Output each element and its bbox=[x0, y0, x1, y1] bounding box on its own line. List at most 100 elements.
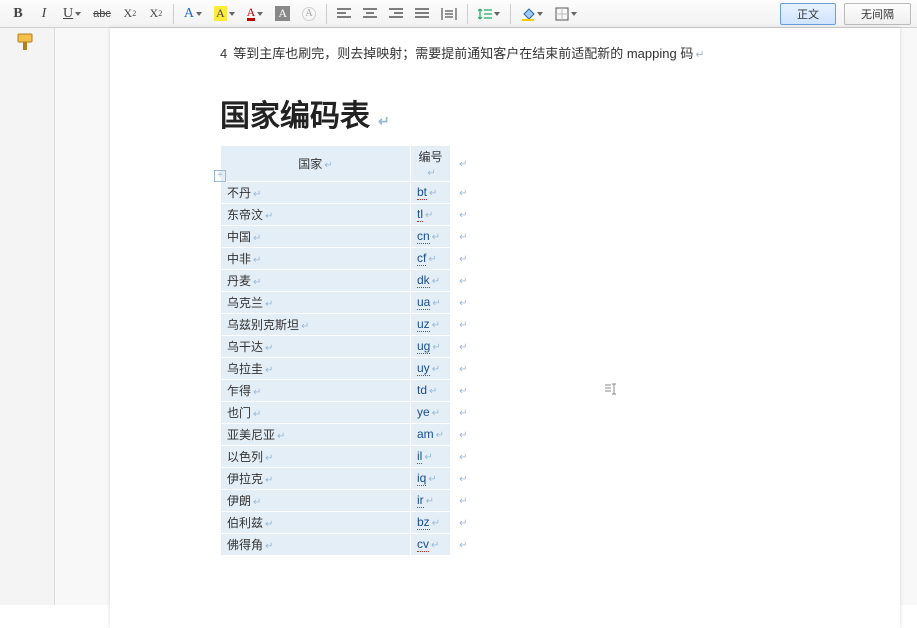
table-row[interactable]: 乌干达↵ug↵↵ bbox=[221, 335, 474, 357]
paragraph-line[interactable]: 4等到主库也刷完，则去掉映射；需要提前通知客户在结束前适配新的 mapping … bbox=[220, 44, 790, 65]
font-color-dropdown[interactable]: A bbox=[242, 3, 269, 25]
border-icon bbox=[555, 7, 569, 21]
table-row[interactable]: 不丹↵bt↵↵ bbox=[221, 181, 474, 203]
cell-country[interactable]: 佛得角↵ bbox=[221, 533, 411, 555]
highlight-dropdown[interactable]: A bbox=[209, 3, 240, 25]
cell-country[interactable]: 中国↵ bbox=[221, 225, 411, 247]
table-row[interactable]: 东帝汶↵tl↵↵ bbox=[221, 203, 474, 225]
superscript-n: 2 bbox=[158, 9, 162, 18]
separator bbox=[326, 4, 327, 24]
cell-code[interactable]: bz↵ bbox=[411, 511, 451, 533]
italic-button[interactable]: I bbox=[32, 3, 56, 25]
table-anchor-icon[interactable]: + bbox=[214, 170, 226, 182]
clear-formatting-button[interactable]: A bbox=[297, 3, 321, 25]
cell-code[interactable]: iq↵ bbox=[411, 467, 451, 489]
underline-button[interactable]: U bbox=[58, 3, 86, 25]
cell-code[interactable]: uy↵ bbox=[411, 357, 451, 379]
heading-text: 国家编码表 bbox=[220, 91, 370, 135]
cell-code[interactable]: am↵ bbox=[411, 423, 451, 445]
table-row[interactable]: 中非↵cf↵↵ bbox=[221, 247, 474, 269]
cell-country[interactable]: 不丹↵ bbox=[221, 181, 411, 203]
fill-color-dropdown[interactable] bbox=[516, 3, 548, 25]
cell-code[interactable]: td↵ bbox=[411, 379, 451, 401]
cell-code[interactable]: bt↵ bbox=[411, 181, 451, 203]
border-dropdown[interactable] bbox=[550, 3, 582, 25]
cell-extra: ↵ bbox=[451, 511, 474, 533]
cell-extra: ↵ bbox=[451, 269, 474, 291]
cell-country[interactable]: 中非↵ bbox=[221, 247, 411, 269]
formatting-toolbar: B I U abc X2 X2 A A A A A bbox=[0, 0, 917, 28]
style-nospace-button[interactable]: 无间隔 bbox=[844, 3, 911, 25]
cell-extra: ↵ bbox=[451, 313, 474, 335]
cell-country[interactable]: 乌兹别克斯坦↵ bbox=[221, 313, 411, 335]
cell-code[interactable]: ua↵ bbox=[411, 291, 451, 313]
country-code-table[interactable]: 国家↵ 编号↵ ↵ 不丹↵bt↵↵东帝汶↵tl↵↵中国↵cn↵↵中非↵cf↵↵丹… bbox=[220, 145, 474, 556]
cell-code[interactable]: cv↵ bbox=[411, 533, 451, 555]
subscript-base: X bbox=[124, 6, 133, 21]
align-right-button[interactable] bbox=[384, 3, 408, 25]
cell-country[interactable]: 东帝汶↵ bbox=[221, 203, 411, 225]
distribute-button[interactable] bbox=[436, 3, 462, 25]
cell-code[interactable]: cn↵ bbox=[411, 225, 451, 247]
cell-country[interactable]: 伊朗↵ bbox=[221, 489, 411, 511]
align-center-button[interactable] bbox=[358, 3, 382, 25]
cell-country[interactable]: 伯利兹↵ bbox=[221, 511, 411, 533]
cell-country[interactable]: 丹麦↵ bbox=[221, 269, 411, 291]
cell-code[interactable]: il↵ bbox=[411, 445, 451, 467]
bold-button[interactable]: B bbox=[6, 3, 30, 25]
cell-country[interactable]: 伊拉克↵ bbox=[221, 467, 411, 489]
cell-extra: ↵ bbox=[451, 291, 474, 313]
chevron-down-icon bbox=[571, 12, 577, 16]
left-gutter bbox=[0, 28, 55, 605]
align-justify-button[interactable] bbox=[410, 3, 434, 25]
cell-code[interactable]: cf↵ bbox=[411, 247, 451, 269]
table-row[interactable]: 乌兹别克斯坦↵uz↵↵ bbox=[221, 313, 474, 335]
strikethrough-button[interactable]: abc bbox=[88, 3, 116, 25]
table-row[interactable]: 伊朗↵ir↵↵ bbox=[221, 489, 474, 511]
font-dropdown[interactable]: A bbox=[179, 3, 207, 25]
header-country: 国家↵ bbox=[221, 145, 411, 181]
cell-country[interactable]: 以色列↵ bbox=[221, 445, 411, 467]
format-painter-icon[interactable] bbox=[14, 32, 38, 52]
paragraph-mark-icon: ↵ bbox=[378, 113, 390, 130]
cell-code[interactable]: tl↵ bbox=[411, 203, 451, 225]
style-body-button[interactable]: 正文 bbox=[780, 3, 836, 25]
table-row[interactable]: 以色列↵il↵↵ bbox=[221, 445, 474, 467]
table-row[interactable]: 伊拉克↵iq↵↵ bbox=[221, 467, 474, 489]
cell-country[interactable]: 也门↵ bbox=[221, 401, 411, 423]
cell-extra: ↵ bbox=[451, 533, 474, 555]
table-header-row: 国家↵ 编号↵ ↵ bbox=[221, 145, 474, 181]
cell-country[interactable]: 亚美尼亚↵ bbox=[221, 423, 411, 445]
cell-code[interactable]: uz↵ bbox=[411, 313, 451, 335]
table-row[interactable]: 乍得↵td↵↵ bbox=[221, 379, 474, 401]
line-spacing-dropdown[interactable] bbox=[473, 3, 505, 25]
heading-1[interactable]: 国家编码表 ↵ bbox=[220, 91, 790, 135]
cell-country[interactable]: 乌干达↵ bbox=[221, 335, 411, 357]
subscript-button[interactable]: X2 bbox=[118, 3, 142, 25]
table-row[interactable]: 中国↵cn↵↵ bbox=[221, 225, 474, 247]
chevron-down-icon bbox=[196, 12, 202, 16]
align-left-button[interactable] bbox=[332, 3, 356, 25]
cell-country[interactable]: 乌拉圭↵ bbox=[221, 357, 411, 379]
cell-code[interactable]: ug↵ bbox=[411, 335, 451, 357]
cell-country[interactable]: 乍得↵ bbox=[221, 379, 411, 401]
cell-code[interactable]: dk↵ bbox=[411, 269, 451, 291]
separator bbox=[173, 4, 174, 24]
table-row[interactable]: 丹麦↵dk↵↵ bbox=[221, 269, 474, 291]
text-shading-button[interactable]: A bbox=[270, 3, 295, 25]
table-row[interactable]: 亚美尼亚↵am↵↵ bbox=[221, 423, 474, 445]
table-row[interactable]: 伯利兹↵bz↵↵ bbox=[221, 511, 474, 533]
cell-country[interactable]: 乌克兰↵ bbox=[221, 291, 411, 313]
cell-code[interactable]: ir↵ bbox=[411, 489, 451, 511]
superscript-button[interactable]: X2 bbox=[144, 3, 168, 25]
table-row[interactable]: 佛得角↵cv↵↵ bbox=[221, 533, 474, 555]
table-row[interactable]: 乌拉圭↵uy↵↵ bbox=[221, 357, 474, 379]
table-row[interactable]: 乌克兰↵ua↵↵ bbox=[221, 291, 474, 313]
separator bbox=[510, 4, 511, 24]
paragraph-mark-icon: ↵ bbox=[695, 49, 704, 61]
document-page[interactable]: 4等到主库也刷完，则去掉映射；需要提前通知客户在结束前适配新的 mapping … bbox=[110, 28, 900, 628]
cell-code[interactable]: ye↵ bbox=[411, 401, 451, 423]
table-row[interactable]: 也门↵ye↵↵ bbox=[221, 401, 474, 423]
workspace: 4等到主库也刷完，则去掉映射；需要提前通知客户在结束前适配新的 mapping … bbox=[0, 28, 917, 605]
paint-bucket-icon bbox=[521, 7, 535, 21]
